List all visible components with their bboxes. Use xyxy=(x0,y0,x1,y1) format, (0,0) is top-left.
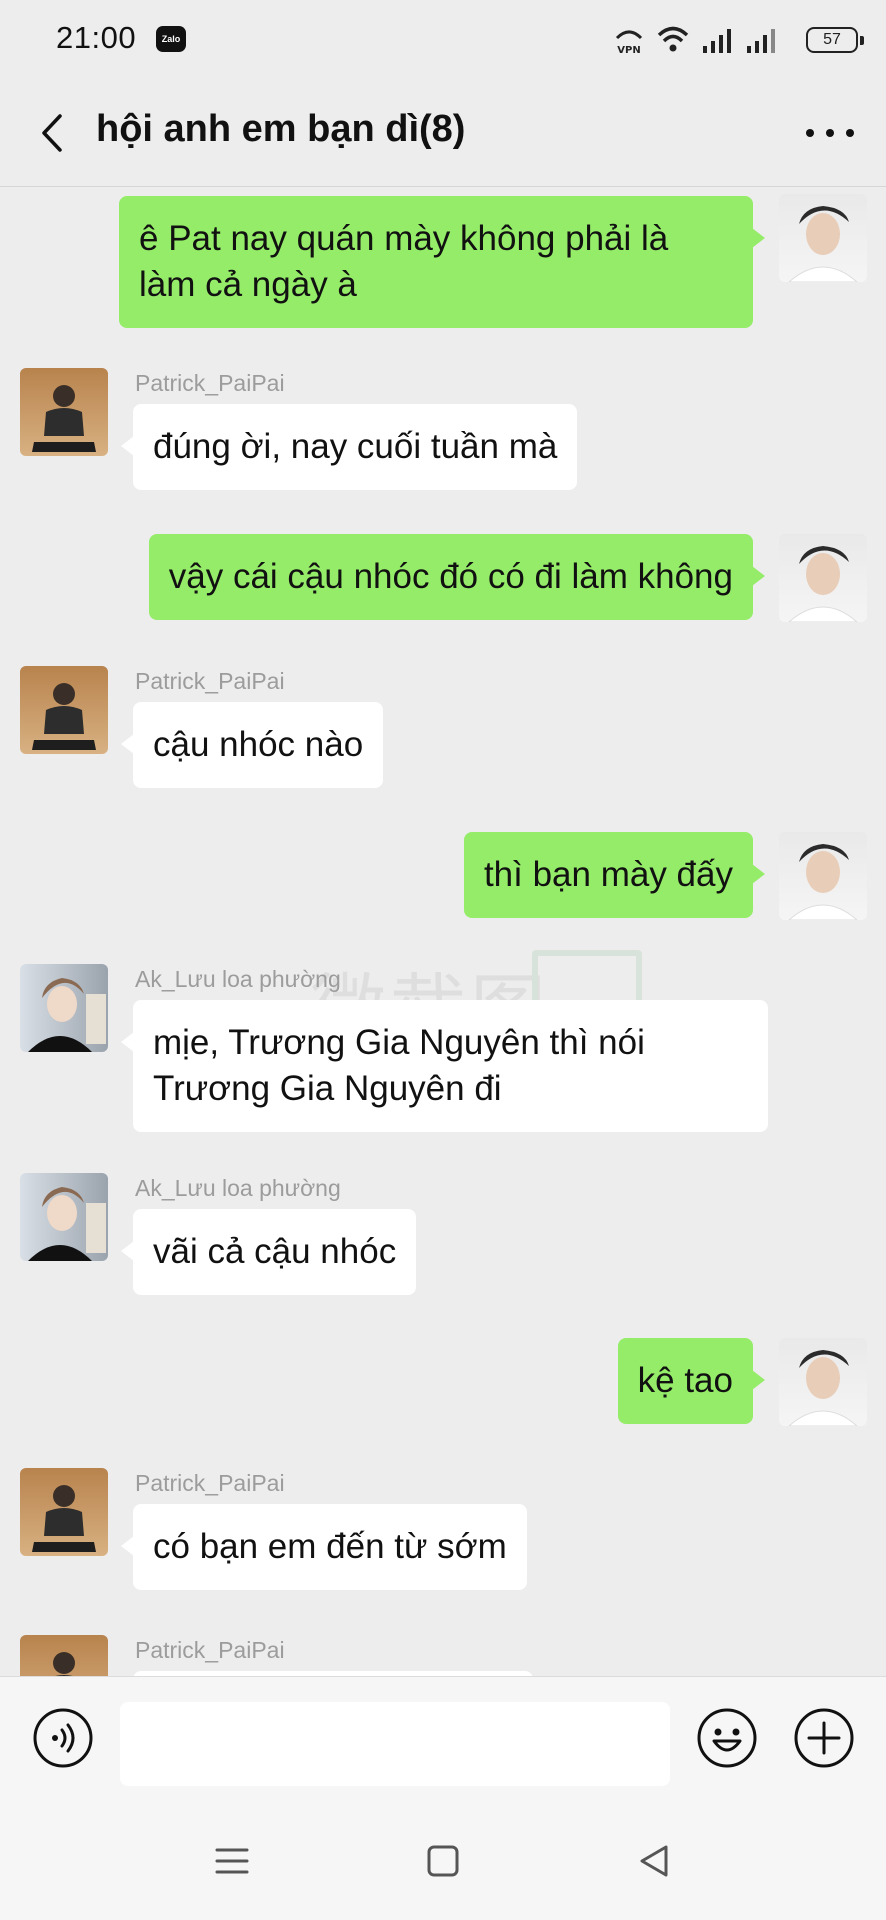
message-bubble[interactable]: thì bạn mày đấy xyxy=(463,832,766,918)
message-bubble[interactable]: vậy cái cậu nhóc đó có đi làm không xyxy=(148,534,766,620)
avatar-patrick[interactable] xyxy=(20,1468,108,1556)
message-text: vậy cái cậu nhóc đó có đi làm không xyxy=(168,557,733,596)
message-bubble[interactable]: ê Pat nay quán mày không phải là làm cả … xyxy=(119,196,765,328)
message-bubble[interactable]: vãi cả cậu nhóc xyxy=(120,1209,417,1295)
plus-icon[interactable] xyxy=(793,1707,855,1769)
sender-name: Patrick_PaiPai xyxy=(135,1470,285,1496)
signal-icon-2 xyxy=(747,29,775,53)
avatar-me[interactable] xyxy=(779,534,867,622)
message-text: đúng ời, nay cuối tuần mà xyxy=(153,427,558,466)
message-text: thì bạn mày đấy xyxy=(483,855,733,894)
message-text: vãi cả cậu nhóc xyxy=(153,1232,397,1271)
input-bar xyxy=(0,1676,886,1796)
more-dots-icon[interactable] xyxy=(800,108,860,158)
message-input[interactable] xyxy=(120,1702,670,1786)
message-text: cậu nhóc nào xyxy=(153,725,364,764)
status-bar: 21:00 Zalo VPN 57 xyxy=(0,0,886,80)
message-bubble[interactable]: có bạn em đến từ sớm xyxy=(121,1504,527,1590)
avatar-ak[interactable] xyxy=(20,964,108,1052)
chat-title: hội anh em bạn dì(8) xyxy=(96,108,466,150)
voice-icon[interactable] xyxy=(32,1707,94,1769)
message-bubble[interactable]: mịe, Trương Gia Nguyên thì nói Trương Gi… xyxy=(121,1000,768,1132)
chevron-left-icon[interactable] xyxy=(30,108,80,158)
sender-name: Patrick_PaiPai xyxy=(135,668,285,694)
status-icons: VPN 57 xyxy=(574,20,864,60)
sender-name: Ak_Lưu loa phường xyxy=(135,1175,341,1201)
message-bubble[interactable]: cậu nhóc nào xyxy=(120,702,384,788)
sender-name: Patrick_PaiPai xyxy=(135,370,285,396)
message-text: kệ tao xyxy=(637,1361,733,1400)
chat-header: hội anh em bạn dì(8) xyxy=(0,80,886,187)
avatar-me[interactable] xyxy=(779,1338,867,1426)
svg-text:VPN: VPN xyxy=(617,45,640,56)
battery-indicator: 57 xyxy=(806,27,864,53)
message-bubble[interactable]: đúng ời, nay cuối tuần mà xyxy=(120,404,578,490)
avatar-patrick[interactable] xyxy=(20,1635,108,1676)
vpn-icon: VPN xyxy=(615,30,643,56)
zalo-notification-icon: Zalo xyxy=(156,26,186,52)
avatar-me[interactable] xyxy=(779,194,867,282)
avatar-me[interactable] xyxy=(779,832,867,920)
home-square-icon[interactable] xyxy=(418,1836,468,1886)
triangle-back-icon[interactable] xyxy=(630,1836,680,1886)
message-text: mịe, Trương Gia Nguyên thì nói Trương Gi… xyxy=(153,1023,645,1108)
avatar-patrick[interactable] xyxy=(20,666,108,754)
avatar-patrick[interactable] xyxy=(20,368,108,456)
emoji-icon[interactable] xyxy=(696,1707,758,1769)
avatar-ak[interactable] xyxy=(20,1173,108,1261)
sender-name: Patrick_PaiPai xyxy=(135,1637,285,1663)
system-nav-bar xyxy=(0,1796,886,1920)
message-bubble[interactable]: kệ tao xyxy=(617,1338,766,1424)
message-text: ê Pat nay quán mày không phải là làm cả … xyxy=(139,219,669,304)
menu-icon[interactable] xyxy=(207,1836,257,1886)
status-time: 21:00 xyxy=(56,20,137,55)
wifi-icon xyxy=(657,26,689,52)
signal-icon-1 xyxy=(703,29,731,53)
message-list[interactable]: 微截图 www.vjietu ê Pat nay quán mày không … xyxy=(0,188,886,1676)
sender-name: Ak_Lưu loa phường xyxy=(135,966,341,992)
message-text: có bạn em đến từ sớm xyxy=(153,1527,507,1566)
